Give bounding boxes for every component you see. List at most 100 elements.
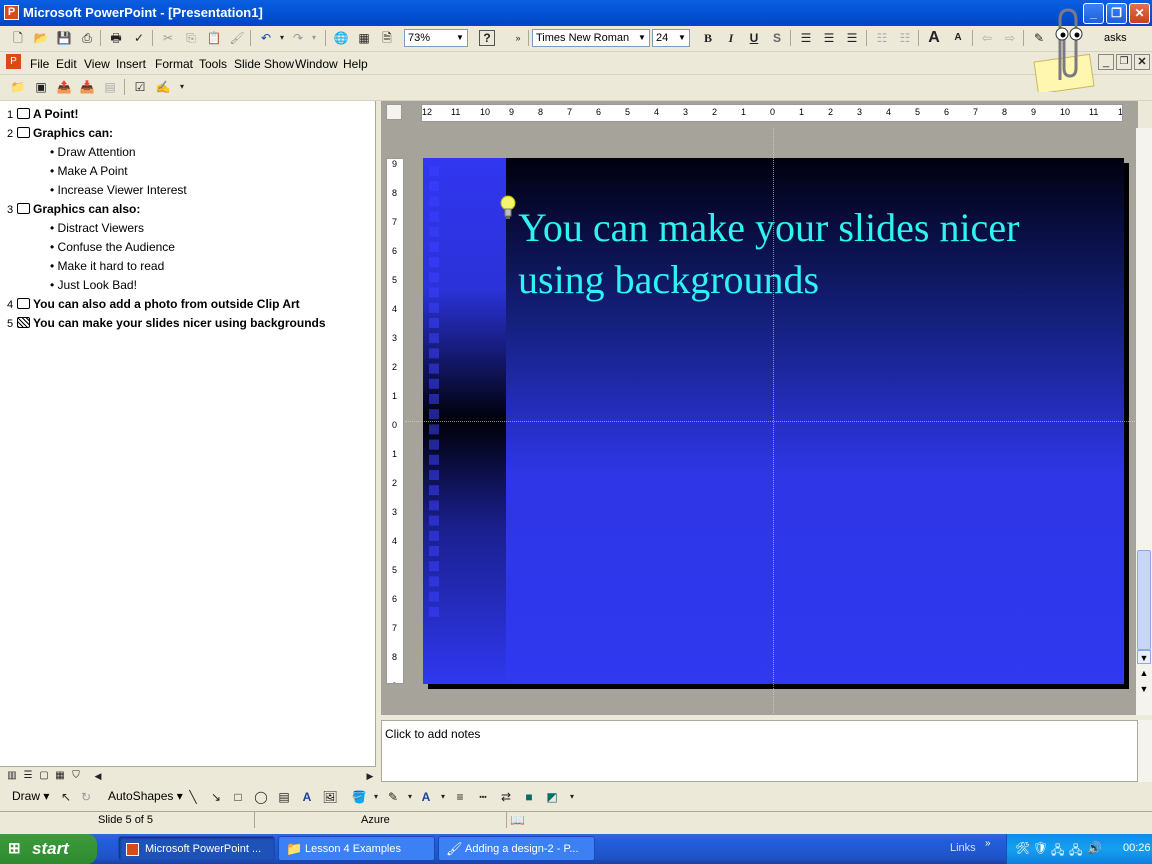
hyperlink-icon[interactable]: 🌐 xyxy=(331,29,351,47)
notes-pane[interactable]: Click to add notes xyxy=(381,720,1138,782)
powerpoint-app-icon[interactable]: P xyxy=(4,5,19,20)
close-button[interactable]: ✕ xyxy=(1129,3,1150,24)
draw-menu-button[interactable]: Draw ▾ xyxy=(12,789,49,803)
slide-icon[interactable] xyxy=(17,203,30,214)
outline-bullet[interactable]: • Make it hard to read xyxy=(50,259,164,273)
tray-network-icon[interactable]: 🖧 xyxy=(1051,841,1064,862)
next-slide-icon[interactable]: ▼ xyxy=(1137,682,1151,696)
align-right-icon[interactable]: ☰ xyxy=(842,29,862,47)
3d-style-icon[interactable]: ◩ xyxy=(542,788,562,806)
show-formatting-icon[interactable]: 📁 xyxy=(8,78,28,96)
spelling-status-icon[interactable]: 📖 xyxy=(510,813,525,827)
outline-bullet[interactable]: • Confuse the Audience xyxy=(50,240,175,254)
toolbar-options-icon[interactable]: ▾ xyxy=(172,78,192,96)
align-center-icon[interactable]: ☰ xyxy=(819,29,839,47)
zoom-select[interactable]: 73% ▼ xyxy=(404,29,468,47)
chevron-down-icon[interactable]: ▼ xyxy=(676,31,688,45)
office-assistant-clippy-icon[interactable] xyxy=(1032,6,1096,95)
open-icon[interactable]: 📂 xyxy=(31,29,51,47)
outline-slide-title[interactable]: 4 You can also add a photo from outside C… xyxy=(7,297,300,311)
outline-bullet[interactable]: • Increase Viewer Interest xyxy=(50,183,187,197)
tray-network-disconnected-icon[interactable]: 🖧 xyxy=(1069,841,1082,862)
text-box-icon[interactable]: ▤ xyxy=(274,788,294,806)
doc-minimize-button[interactable]: _ xyxy=(1098,54,1114,70)
save-icon[interactable]: 💾 xyxy=(54,29,74,47)
horizontal-guide[interactable] xyxy=(405,421,1135,422)
outline-bullet[interactable]: • Just Look Bad! xyxy=(50,278,137,292)
clock[interactable]: 00:26 xyxy=(1123,842,1151,854)
dash-style-icon[interactable]: ┅ xyxy=(473,788,493,806)
menu-window[interactable]: Window xyxy=(295,57,338,71)
spelling-icon[interactable]: ✓ xyxy=(129,29,149,47)
copy-icon[interactable]: ⎘ xyxy=(181,29,201,47)
shadow-button[interactable]: S xyxy=(767,29,787,47)
outline-slide-title[interactable]: 5 You can make your slides nicer using ba… xyxy=(7,316,326,330)
menu-format[interactable]: Format xyxy=(155,57,193,71)
slide-title[interactable]: You can make your slides nicer using bac… xyxy=(518,202,1098,306)
promote-icon[interactable]: ⇦ xyxy=(977,29,997,47)
wordart-icon[interactable]: A xyxy=(297,788,317,806)
summary-slide-icon[interactable]: ▣ xyxy=(31,78,51,96)
shadow-style-icon[interactable]: ■ xyxy=(519,788,539,806)
scroll-right-icon[interactable]: ▶ xyxy=(360,767,380,785)
outline-bullet[interactable]: • Make A Point xyxy=(50,164,128,178)
slide-show-icon[interactable]: ⛉ xyxy=(66,767,86,785)
autoshapes-menu-button[interactable]: AutoShapes ▾ xyxy=(108,789,183,803)
previous-slide-icon[interactable]: ▲ xyxy=(1137,666,1151,680)
document-icon[interactable]: P xyxy=(6,54,21,69)
menu-insert[interactable]: Insert xyxy=(116,57,146,71)
font-size-select[interactable]: 24 ▼ xyxy=(652,29,690,47)
new-slide-icon[interactable]: 🗎 xyxy=(377,29,397,47)
doc-close-button[interactable]: ✕ xyxy=(1134,54,1150,70)
scroll-down-icon[interactable]: ▼ xyxy=(1137,650,1151,664)
bullets-icon[interactable]: ☷ xyxy=(895,29,915,47)
chevron-down-icon[interactable]: ▼ xyxy=(636,31,648,45)
comment-icon[interactable]: ✍ xyxy=(153,78,173,96)
print-preview-icon[interactable]: ⎙ xyxy=(77,29,97,47)
tray-antivirus-icon[interactable]: 🛡 xyxy=(1033,841,1048,855)
links-toolbar[interactable]: Links xyxy=(950,842,976,854)
slide-icon[interactable] xyxy=(17,127,30,138)
move-up-icon[interactable]: 📤 xyxy=(54,78,74,96)
chevron-down-icon[interactable]: ▼ xyxy=(454,31,466,45)
toolbar-options-icon[interactable]: » xyxy=(508,29,528,47)
cut-icon[interactable]: ✂ xyxy=(158,29,178,47)
italic-button[interactable]: I xyxy=(721,29,741,47)
new-icon[interactable]: 🗋 xyxy=(8,29,28,47)
format-painter-icon[interactable]: 🖌 xyxy=(227,29,247,47)
oval-icon[interactable]: ◯ xyxy=(251,788,271,806)
menu-view[interactable]: View xyxy=(84,57,110,71)
increase-font-icon[interactable]: A xyxy=(924,29,944,47)
notes-placeholder[interactable]: Click to add notes xyxy=(385,727,480,741)
menu-file[interactable]: File xyxy=(30,57,49,71)
vertical-scrollbar[interactable]: ▼ ▲ ▼ xyxy=(1136,128,1152,715)
outline-slide-title[interactable]: 1 A Point! xyxy=(7,107,79,121)
collapse-icon[interactable]: ▤ xyxy=(100,78,120,96)
print-icon[interactable]: 🖶 xyxy=(106,29,126,47)
outline-bullet[interactable]: • Distract Viewers xyxy=(50,221,144,235)
tray-tools-icon[interactable]: 🛠 xyxy=(1015,841,1030,855)
paste-icon[interactable]: 📋 xyxy=(204,29,224,47)
menu-tools[interactable]: Tools xyxy=(199,57,227,71)
slide-icon[interactable] xyxy=(17,108,30,119)
align-left-icon[interactable]: ☰ xyxy=(796,29,816,47)
taskbar-item-powerpoint[interactable]: Microsoft PowerPoint ... xyxy=(118,836,275,861)
slide-icon[interactable] xyxy=(17,317,30,328)
doc-restore-button[interactable]: ❐ xyxy=(1116,54,1132,70)
demote-icon[interactable]: ⇨ xyxy=(1000,29,1020,47)
redo-dropdown-icon[interactable]: ▾ xyxy=(304,29,324,47)
checklist-icon[interactable]: ☑ xyxy=(130,78,150,96)
underline-button[interactable]: U xyxy=(744,29,764,47)
numbering-icon[interactable]: ☷ xyxy=(872,29,892,47)
notes-scrollbar[interactable] xyxy=(1138,720,1152,782)
tray-volume-icon[interactable]: 🔊 xyxy=(1087,841,1102,855)
outline-pane[interactable]: 1A Point! 2 Graphics can: • Draw Attention •… xyxy=(0,101,376,766)
menu-slide-show[interactable]: Slide Show xyxy=(234,57,294,71)
font-select[interactable]: Times New Roman ▼ xyxy=(532,29,650,47)
slide-design-tasks-label[interactable]: asks xyxy=(1104,32,1127,44)
outline-slide-title[interactable]: 3 Graphics can also: xyxy=(7,202,140,216)
menu-edit[interactable]: Edit xyxy=(56,57,77,71)
toolbar-options-icon[interactable]: ▾ xyxy=(562,788,582,806)
arrow-icon[interactable]: ↘ xyxy=(206,788,226,806)
clip-art-icon[interactable]: 🖼 xyxy=(320,788,340,806)
